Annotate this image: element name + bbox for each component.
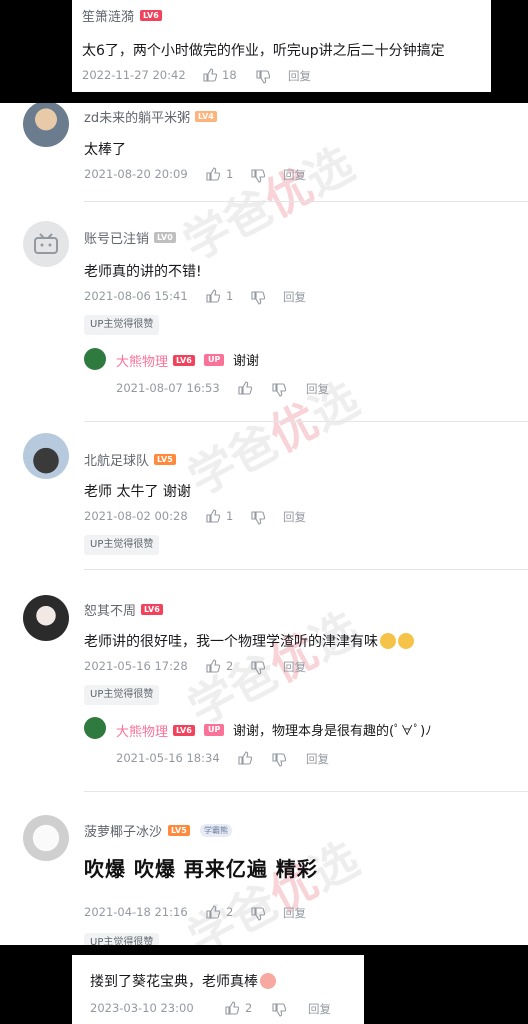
up-liked-tag: UP主觉得很赞: [84, 685, 160, 705]
level-badge: LV6: [140, 10, 162, 21]
comment-time: 2021-05-16 17:28: [84, 659, 188, 673]
comment-time: 2021-08-02 00:28: [84, 509, 188, 523]
up-liked-tag: UP主觉得很赞: [84, 933, 160, 945]
comment-time: 2021-08-20 20:09: [84, 167, 188, 181]
comment-username[interactable]: 北航足球队: [84, 450, 149, 469]
up-avatar[interactable]: [84, 717, 106, 739]
dislike-icon[interactable]: [251, 511, 265, 525]
dislike-icon[interactable]: [251, 291, 265, 305]
comment-text: 搂到了葵花宝典，老师真棒: [90, 971, 276, 991]
up-liked-tag: UP主觉得很赞: [84, 535, 160, 555]
like-icon[interactable]: [206, 167, 220, 181]
divider: [84, 421, 528, 422]
cat-emoji-icon: [398, 633, 414, 649]
like-icon[interactable]: [238, 751, 252, 765]
reply-text: 谢谢: [233, 354, 260, 369]
cat-emoji-icon: [380, 633, 396, 649]
top-comment-card: 笙箫涟漪 LV6 太6了，两个小时做完的作业，听完up讲之后二十分钟搞定 202…: [72, 0, 491, 92]
reply-username[interactable]: 大熊物理: [116, 351, 168, 370]
reply-username[interactable]: 大熊物理: [116, 721, 168, 740]
like-count: 2: [226, 659, 234, 673]
comment-time: 2023-03-10 23:00: [90, 1001, 194, 1015]
like-icon[interactable]: [206, 509, 220, 523]
like-count: 2: [245, 1001, 253, 1015]
like-count: 2: [226, 905, 234, 919]
up-avatar[interactable]: [84, 348, 106, 370]
level-badge: LV5: [154, 454, 176, 465]
like-icon[interactable]: [206, 905, 220, 919]
like-icon[interactable]: [238, 381, 252, 395]
like-icon[interactable]: [225, 1001, 239, 1015]
watermark: 学爸优选: [179, 601, 368, 736]
sticker-text: 吹爆 吹爆 再来亿遍 精彩: [84, 857, 318, 881]
reply-button[interactable]: 回复: [283, 509, 306, 525]
comment-text: 老师真的讲的不错!: [84, 264, 202, 280]
comment-time: 2022-11-27 20:42: [82, 68, 186, 82]
comment-username[interactable]: zd未来的躺平米粥: [84, 107, 190, 126]
dislike-icon[interactable]: [272, 1003, 286, 1017]
comment-text: 老师讲的很好哇，我一个物理学渣听的津津有味: [84, 631, 414, 651]
comment-username[interactable]: 笙箫涟漪: [82, 6, 134, 25]
like-icon[interactable]: [203, 68, 217, 82]
comment-text: 老师 太牛了 谢谢: [84, 484, 191, 500]
dislike-icon[interactable]: [256, 70, 270, 84]
level-badge: LV4: [195, 111, 217, 122]
dislike-icon[interactable]: [251, 169, 265, 183]
dislike-icon[interactable]: [251, 661, 265, 675]
fan-medal: 学霸熊: [200, 824, 232, 837]
dislike-icon[interactable]: [251, 907, 265, 921]
comment-username[interactable]: 菠萝椰子冰沙: [84, 821, 162, 840]
like-icon[interactable]: [206, 659, 220, 673]
level-badge: LV6: [141, 604, 163, 615]
divider: [84, 569, 528, 570]
like-count: 1: [226, 289, 234, 303]
user-avatar[interactable]: [23, 595, 69, 641]
divider: [84, 201, 528, 202]
level-badge: LV6: [173, 355, 195, 366]
comment-username[interactable]: 账号已注销: [84, 228, 149, 247]
reply-button[interactable]: 回复: [306, 381, 329, 397]
reply-text: 谢谢，物理本身是很有趣的(ﾟ∀ﾟ)ﾉ: [233, 724, 432, 739]
like-icon[interactable]: [206, 289, 220, 303]
user-avatar[interactable]: [23, 221, 69, 267]
user-avatar[interactable]: [23, 433, 69, 479]
level-badge: LV6: [173, 725, 195, 736]
level-badge: LV0: [154, 232, 176, 243]
user-avatar[interactable]: [23, 815, 69, 861]
divider: [84, 791, 528, 792]
dislike-icon[interactable]: [272, 383, 286, 397]
watermark: 学爸优选: [179, 831, 368, 945]
reply-button[interactable]: 回复: [306, 751, 329, 767]
comment-time: 2021-04-18 21:16: [84, 905, 188, 919]
user-avatar[interactable]: [23, 103, 69, 147]
reply-button[interactable]: 回复: [308, 1001, 331, 1017]
reply-button[interactable]: 回复: [288, 68, 311, 84]
bottom-comment-card: 搂到了葵花宝典，老师真棒 2023-03-10 23:00 2 回复: [72, 955, 364, 1024]
reply-button[interactable]: 回复: [283, 289, 306, 305]
up-liked-tag: UP主觉得很赞: [84, 315, 160, 335]
comment-text: 太6了，两个小时做完的作业，听完up讲之后二十分钟搞定: [82, 43, 445, 59]
level-badge: LV5: [168, 825, 190, 836]
up-badge: UP: [204, 724, 225, 736]
like-count: 1: [226, 167, 234, 181]
reply-button[interactable]: 回复: [283, 167, 306, 183]
like-count: 1: [226, 509, 234, 523]
comment-time: 2021-08-06 15:41: [84, 289, 188, 303]
comment-list: 学爸优选 学爸优选 学爸优选 学爸优选 zd未来的躺平米粥 LV4 太棒了 20…: [0, 103, 528, 945]
reply-time: 2021-05-16 18:34: [116, 751, 220, 765]
reply-button[interactable]: 回复: [283, 659, 306, 675]
like-count: 18: [222, 68, 237, 82]
shy-emoji-icon: [260, 973, 276, 989]
reply-button[interactable]: 回复: [283, 905, 306, 921]
dislike-icon[interactable]: [272, 753, 286, 767]
reply-time: 2021-08-07 16:53: [116, 381, 220, 395]
comment-username[interactable]: 恕其不周: [84, 600, 136, 619]
up-badge: UP: [204, 354, 225, 366]
comment-text: 太棒了: [84, 142, 126, 158]
